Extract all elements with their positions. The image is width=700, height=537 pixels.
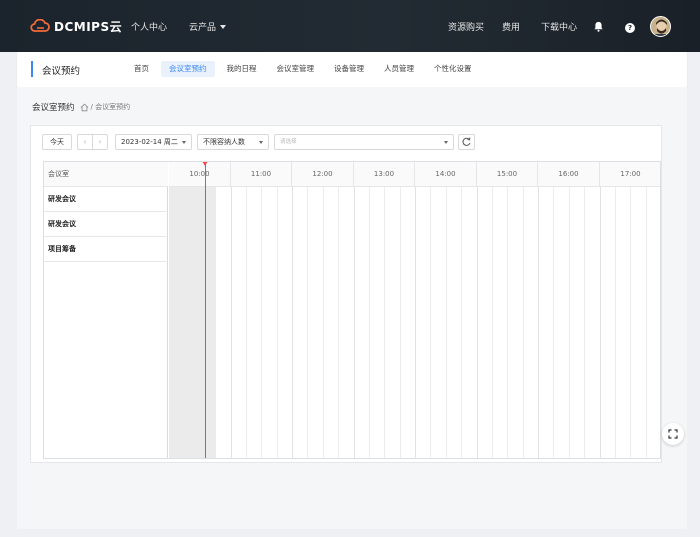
fullscreen-icon [668,429,678,439]
past-time-shade [169,187,215,458]
room-row[interactable]: 研发会议 [44,187,168,212]
time-slot-divider [277,187,278,458]
tab-personalization[interactable]: 个性化设置 [426,61,480,77]
time-slot-divider [384,187,385,458]
time-slot-divider [600,187,601,458]
top-bar: DCMIPS云 个人中心 云产品 资源购买 费用 下载中心 ? [0,0,700,52]
time-slot-divider [292,187,293,458]
room-row[interactable]: 项目筹备 [44,237,168,262]
time-slot-divider [307,187,308,458]
time-slot-divider [538,187,539,458]
time-slot-divider [461,187,462,458]
date-picker-value: 2023-02-14 周二 [121,138,178,146]
module-title: 会议预约 [42,66,81,77]
tab-my-schedule[interactable]: 我的日程 [219,61,265,77]
nav-personal-center[interactable]: 个人中心 [131,20,167,33]
time-slot-divider [430,187,431,458]
time-slot-divider [215,187,216,458]
date-picker[interactable]: 2023-02-14 周二 [115,134,192,150]
module-header: 会议预约 首页 会议室预约 我的日程 会议室管理 设备管理 人员管理 个性化设置 [17,52,687,87]
room-row[interactable]: 研发会议 [44,212,168,237]
refresh-button[interactable] [458,134,475,150]
avatar[interactable] [650,16,671,37]
room-column-header: 会议室 [44,162,168,187]
room-select-placeholder: 请选择 [280,139,297,145]
time-slot-divider [338,187,339,458]
time-slot-divider [231,187,232,458]
chevron-down-icon [220,25,227,29]
current-time-marker-icon [202,162,208,166]
chevron-down-icon [182,141,186,144]
time-slot-divider [184,187,185,458]
time-slot-divider [400,187,401,458]
nav-cloud-products[interactable]: 云产品 [189,20,227,33]
prev-day-button[interactable]: ‹ [77,134,93,150]
nav-fees[interactable]: 费用 [502,0,520,52]
hour-header: 15:00 [477,162,538,187]
time-slot-divider [584,187,585,458]
hour-header: 17:00 [600,162,660,187]
nav-cloud-products-label: 云产品 [189,22,217,33]
time-slot-divider [369,187,370,458]
time-slot-divider [323,187,324,458]
today-button[interactable]: 今天 [42,134,72,150]
capacity-select[interactable]: 不限容纳人数 [197,134,269,150]
breadcrumb-current: / 会议室预约 [90,103,131,111]
cloud-logo-icon [30,19,50,32]
booking-card: 今天 ‹ › 2023-02-14 周二 不限容纳人数 请选择 会议室 研发会议… [30,125,662,463]
nav-resource-purchase[interactable]: 资源购买 [448,0,484,52]
fullscreen-button[interactable] [662,423,684,445]
hour-header: 16:00 [538,162,600,187]
tab-device-management[interactable]: 设备管理 [326,61,372,77]
content-panel: 会议室预约 / 会议室预约 今天 ‹ › 2023-02-14 周二 不限容纳人… [17,87,687,529]
breadcrumb-title: 会议室预约 [32,103,75,113]
time-slot-divider [200,187,201,458]
tab-home[interactable]: 首页 [126,61,157,77]
tab-room-management[interactable]: 会议室管理 [269,61,323,77]
time-slot-area[interactable]: 10:00 11:00 12:00 13:00 14:00 15:00 16:0… [169,162,660,458]
time-slot-divider [246,187,247,458]
module-tabs: 首页 会议室预约 我的日程 会议室管理 设备管理 人员管理 个性化设置 [126,61,484,77]
hour-header: 10:00 [169,162,231,187]
time-slot-divider [553,187,554,458]
time-slot-divider [646,187,647,458]
tab-room-booking[interactable]: 会议室预约 [161,61,215,77]
nav-download-center[interactable]: 下载中心 [541,0,577,52]
time-slot-divider [477,187,478,458]
time-slot-divider [492,187,493,458]
hour-header: 14:00 [415,162,477,187]
time-slot-divider [354,187,355,458]
avatar-face-icon [651,17,670,36]
time-slot-divider [615,187,616,458]
capacity-select-value: 不限容纳人数 [203,138,245,146]
title-accent-bar [31,61,33,77]
home-icon[interactable] [80,103,89,112]
next-day-button[interactable]: › [92,134,108,150]
refresh-icon [462,137,471,146]
logo-text: DCMIPS云 [54,19,123,34]
room-select[interactable]: 请选择 [274,134,454,150]
time-slot-divider [569,187,570,458]
chevron-down-icon [259,141,263,144]
chevron-down-icon [444,141,448,144]
time-slot-divider [507,187,508,458]
time-slot-divider [630,187,631,458]
logo[interactable]: DCMIPS云 [30,17,122,35]
time-slot-divider [261,187,262,458]
time-slot-divider [446,187,447,458]
room-column: 会议室 研发会议 研发会议 项目筹备 [44,162,168,458]
bell-icon[interactable] [593,21,604,32]
help-icon[interactable]: ? [625,23,635,33]
current-time-line [205,162,206,458]
time-slot-divider [415,187,416,458]
schedule-grid: 会议室 研发会议 研发会议 项目筹备 10:00 11:00 12:00 13:… [43,161,661,459]
breadcrumb: 会议室预约 / 会议室预约 [32,101,130,113]
hour-header: 11:00 [231,162,292,187]
tab-people-management[interactable]: 人员管理 [376,61,422,77]
time-slot-divider [523,187,524,458]
hour-header: 12:00 [292,162,354,187]
hour-header: 13:00 [354,162,415,187]
